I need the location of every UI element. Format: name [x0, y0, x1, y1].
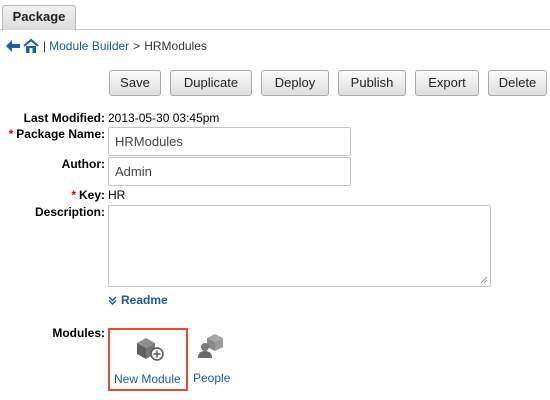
duplicate-button[interactable]: Duplicate — [170, 70, 252, 96]
save-button[interactable]: Save — [109, 70, 161, 96]
new-module-icon — [137, 338, 164, 361]
breadcrumb-separator: | — [43, 39, 47, 53]
readme-toggle[interactable]: Readme — [108, 293, 168, 307]
key-label-row: * Key: — [71, 188, 105, 202]
tab-package[interactable]: Package — [2, 5, 76, 31]
new-module-label: New Module — [114, 372, 181, 386]
required-mark: * — [71, 188, 76, 202]
breadcrumb-gt: > — [133, 39, 141, 53]
package-name-label: Package Name: — [16, 127, 105, 141]
description-textarea[interactable] — [108, 205, 491, 287]
readme-label: Readme — [121, 293, 168, 307]
key-value: HR — [108, 188, 126, 202]
required-mark: * — [8, 127, 14, 141]
modules-label: Modules: — [52, 326, 105, 340]
export-button[interactable]: Export — [415, 70, 479, 96]
last-modified-label: Last Modified: — [23, 111, 105, 125]
chevron-down-icon — [108, 295, 117, 305]
publish-button[interactable]: Publish — [338, 70, 406, 96]
resize-handle-icon[interactable] — [480, 276, 488, 284]
breadcrumb-current: HRModules — [144, 39, 207, 53]
breadcrumb-module-builder-link[interactable]: Module Builder — [49, 39, 129, 53]
breadcrumb: | Module Builder > HRModules — [4, 36, 207, 56]
description-label: Description: — [34, 205, 105, 219]
arrow-left-icon[interactable] — [4, 38, 22, 54]
key-label: Key: — [78, 188, 105, 202]
author-label: Author: — [61, 157, 105, 171]
author-input[interactable]: Admin — [108, 157, 351, 186]
people-icon — [198, 334, 223, 358]
package-name-input[interactable]: HRModules — [108, 127, 351, 156]
home-icon[interactable] — [22, 38, 40, 54]
delete-button[interactable]: Delete — [488, 70, 547, 96]
last-modified-value: 2013-05-30 03:45pm — [108, 111, 220, 125]
deploy-button[interactable]: Deploy — [261, 70, 329, 96]
people-label: People — [193, 371, 231, 385]
tab-bar: Package — [0, 0, 550, 31]
new-module-button[interactable]: New Module — [108, 328, 188, 391]
package-name-label-row: * Package Name: — [9, 127, 105, 141]
